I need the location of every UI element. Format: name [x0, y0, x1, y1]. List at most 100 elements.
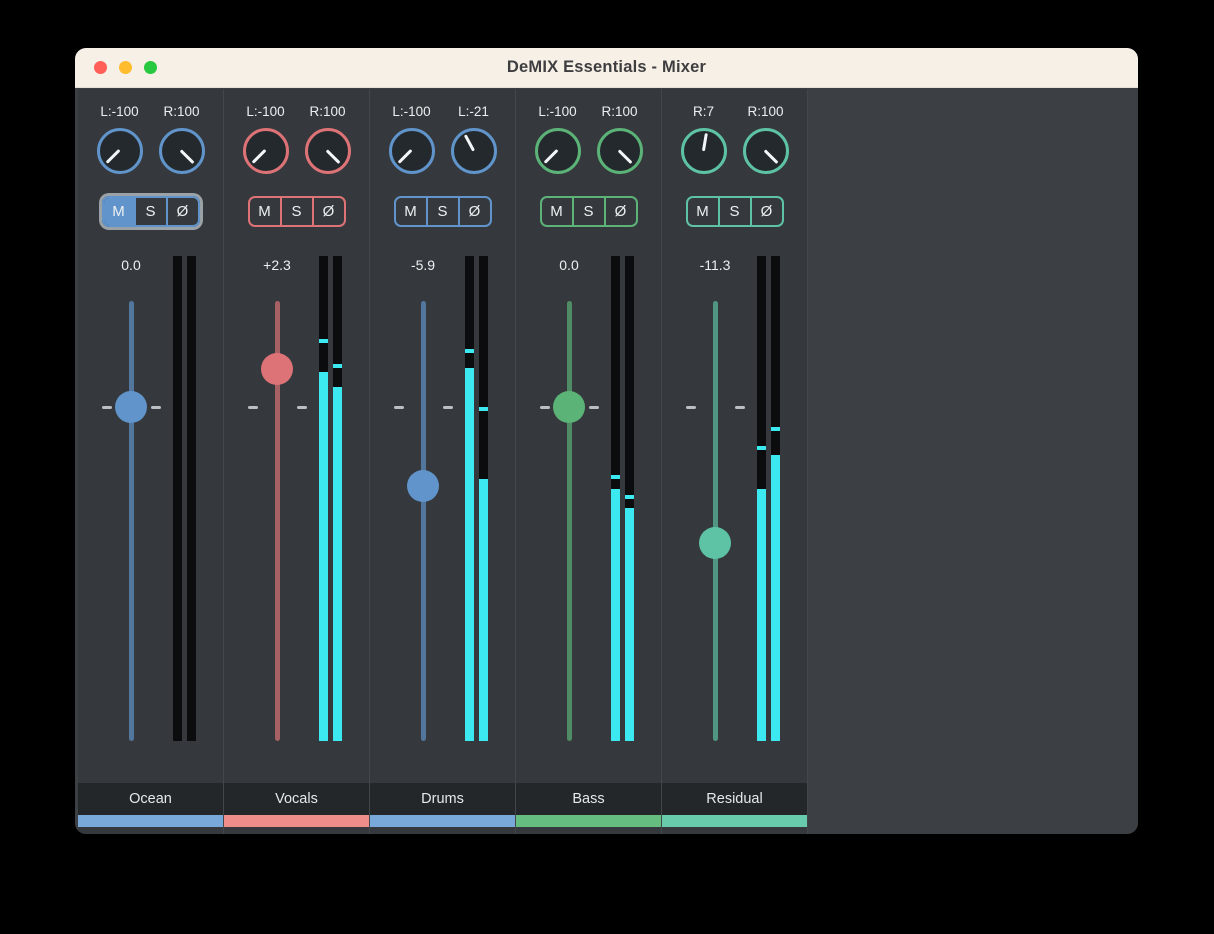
pan-knob-left[interactable] [97, 128, 143, 174]
channel-color-bar [224, 815, 369, 827]
pan-knob-left[interactable] [681, 128, 727, 174]
pan-knob-left[interactable] [535, 128, 581, 174]
pan-right-value: R:100 [159, 104, 205, 119]
volume-fader [553, 301, 585, 741]
knob-needle-icon [464, 135, 475, 152]
mute-button[interactable]: M [542, 198, 572, 225]
fader-track[interactable] [713, 301, 718, 741]
meter-bar-right [479, 256, 488, 741]
gain-value: -5.9 [370, 257, 476, 273]
fader-handle[interactable] [115, 391, 147, 423]
mute-solo-phase-group: M S Ø [394, 196, 492, 227]
channel-color-bar [516, 815, 661, 827]
mute-solo-phase-group: M S Ø [102, 196, 200, 227]
pan-knob-right[interactable] [743, 128, 789, 174]
knob-needle-icon [702, 133, 707, 151]
pan-right-value: R:100 [597, 104, 643, 119]
fader-track[interactable] [129, 301, 134, 741]
knob-needle-icon [181, 150, 195, 164]
knob-needle-icon [106, 150, 120, 164]
channel-strip: L:-100 L:-21 M S Ø -5.9 D [370, 89, 516, 834]
solo-button[interactable]: S [134, 198, 166, 225]
mute-button[interactable]: M [688, 198, 718, 225]
pan-knob-right[interactable] [159, 128, 205, 174]
level-meter [611, 256, 634, 741]
knob-needle-icon [327, 150, 341, 164]
meter-bar-left [173, 256, 182, 741]
pan-knob-right[interactable] [451, 128, 497, 174]
zero-db-tick-left [540, 406, 550, 409]
zero-db-tick-left [248, 406, 258, 409]
pan-knob-left[interactable] [243, 128, 289, 174]
phase-invert-button[interactable]: Ø [166, 198, 198, 225]
zero-db-tick-left [102, 406, 112, 409]
meter-bar-left [465, 256, 474, 741]
pan-knob-right[interactable] [305, 128, 351, 174]
solo-button[interactable]: S [718, 198, 750, 225]
knob-needle-icon [544, 150, 558, 164]
titlebar: DeMIX Essentials - Mixer [75, 48, 1138, 88]
pan-left-value: L:-100 [535, 104, 581, 119]
meter-bar-right [771, 256, 780, 741]
knob-needle-icon [252, 150, 266, 164]
pan-right-value: R:100 [305, 104, 351, 119]
meter-bar-left [757, 256, 766, 741]
fader-handle[interactable] [261, 353, 293, 385]
phase-invert-button[interactable]: Ø [750, 198, 782, 225]
meter-bar-left [319, 256, 328, 741]
phase-invert-button[interactable]: Ø [604, 198, 636, 225]
channel-color-bar [78, 815, 223, 827]
volume-fader [699, 301, 731, 741]
pan-right-value: R:100 [743, 104, 789, 119]
volume-fader [261, 301, 293, 741]
level-meter [173, 256, 196, 741]
channel-color-bar [662, 815, 807, 827]
mixer-content: L:-100 R:100 M S Ø 0.0 Oc [75, 89, 1138, 834]
gain-value: -11.3 [662, 257, 768, 273]
solo-button[interactable]: S [572, 198, 604, 225]
zero-db-tick-right [735, 406, 745, 409]
zero-db-tick-left [394, 406, 404, 409]
window-title: DeMIX Essentials - Mixer [75, 48, 1138, 87]
channel-strip: L:-100 R:100 M S Ø 0.0 Ba [516, 89, 662, 834]
channel-name: Ocean [78, 783, 223, 815]
zero-db-tick-right [297, 406, 307, 409]
channel-strip: R:7 R:100 M S Ø -11.3 Res [662, 89, 808, 834]
channel-name: Bass [516, 783, 661, 815]
channel-color-bar [370, 815, 515, 827]
solo-button[interactable]: S [280, 198, 312, 225]
meter-bar-right [187, 256, 196, 741]
volume-fader [115, 301, 147, 741]
solo-button[interactable]: S [426, 198, 458, 225]
gain-value: 0.0 [516, 257, 622, 273]
gain-value: +2.3 [224, 257, 330, 273]
channel-name: Residual [662, 783, 807, 815]
knob-needle-icon [619, 150, 633, 164]
mute-button[interactable]: M [250, 198, 280, 225]
zero-db-tick-right [151, 406, 161, 409]
phase-invert-button[interactable]: Ø [458, 198, 490, 225]
gain-value: 0.0 [78, 257, 184, 273]
level-meter [319, 256, 342, 741]
fader-track[interactable] [567, 301, 572, 741]
channel-name: Vocals [224, 783, 369, 815]
fader-handle[interactable] [407, 470, 439, 502]
fader-handle[interactable] [553, 391, 585, 423]
volume-fader [407, 301, 439, 741]
pan-left-value: L:-100 [97, 104, 143, 119]
pan-knob-right[interactable] [597, 128, 643, 174]
mixer-window: DeMIX Essentials - Mixer L:-100 R:100 M … [75, 48, 1138, 834]
fader-handle[interactable] [699, 527, 731, 559]
mute-solo-phase-group: M S Ø [686, 196, 784, 227]
fader-track[interactable] [421, 301, 426, 741]
zero-db-tick-right [443, 406, 453, 409]
channel-strip: L:-100 R:100 M S Ø +2.3 V [224, 89, 370, 834]
knob-needle-icon [765, 150, 779, 164]
pan-knob-left[interactable] [389, 128, 435, 174]
zero-db-tick-right [589, 406, 599, 409]
mute-button[interactable]: M [104, 198, 134, 225]
phase-invert-button[interactable]: Ø [312, 198, 344, 225]
pan-left-value: L:-100 [243, 104, 289, 119]
pan-left-value: R:7 [681, 104, 727, 119]
mute-button[interactable]: M [396, 198, 426, 225]
